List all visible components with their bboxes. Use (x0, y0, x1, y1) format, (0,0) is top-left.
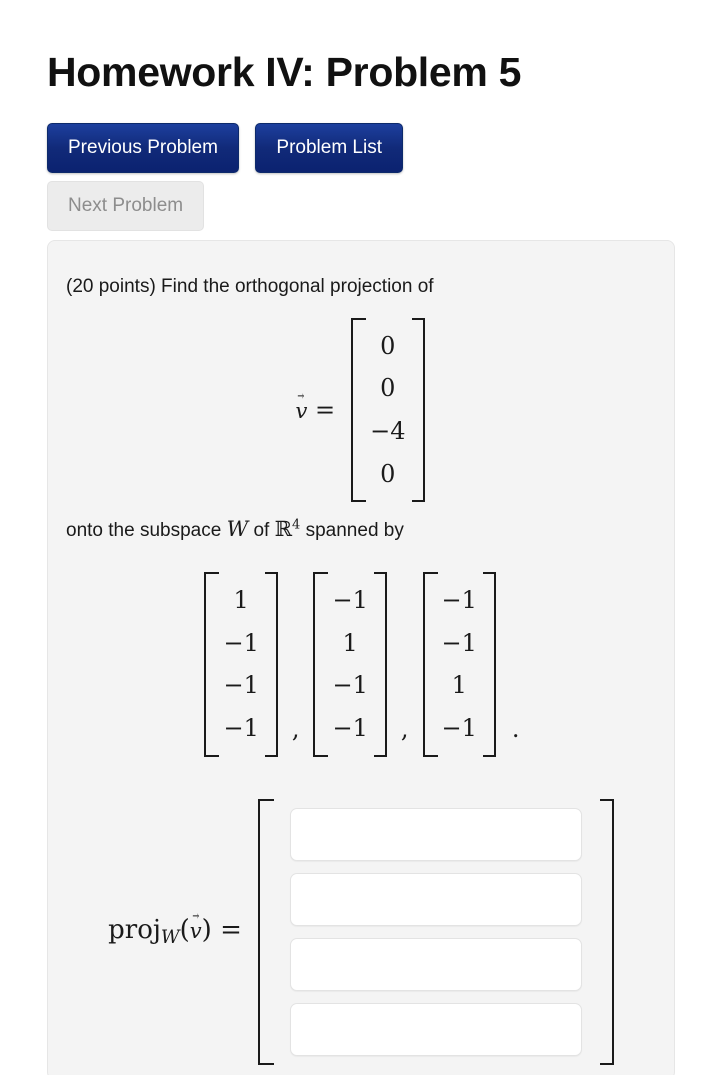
problem-statement-line-2: onto the subspace W of ℝ4 spanned by (66, 514, 656, 546)
page-title: Homework IV: Problem 5 (47, 49, 522, 96)
equals-sign: = (315, 395, 336, 424)
subspace-text-before: onto the subspace (66, 520, 222, 542)
matrix-cell: −1 (441, 714, 477, 743)
answer-area: projW(v) = (66, 798, 656, 1065)
matrix-cell: −1 (223, 714, 259, 743)
spanning-vector-3: −1 −1 1 −1 (422, 571, 496, 757)
bracket-right-icon (373, 571, 387, 757)
bracket-left-icon (422, 571, 438, 757)
proj-equals-sign: = (220, 915, 242, 946)
bracket-right-icon (411, 317, 425, 503)
subspace-text-after: spanned by (305, 520, 404, 542)
spanning-vector-1: 1 −1 −1 −1 (204, 571, 278, 757)
matrix-cell: −1 (332, 714, 368, 743)
problem-page: Homework IV: Problem 5 Previous Problem … (0, 0, 720, 1075)
vector-v-symbol: v (295, 399, 307, 423)
previous-problem-button[interactable]: Previous Problem (47, 123, 239, 173)
bracket-left-icon (313, 571, 329, 757)
navigation-buttons: Previous Problem Problem List (47, 123, 404, 173)
subspace-text-mid: of (253, 520, 270, 542)
field-exponent: 4 (292, 518, 301, 534)
problem-statement-line-1: (20 points) Find the orthogonal projecti… (66, 276, 434, 297)
matrix-cell: 1 (451, 671, 467, 700)
matrix-cell: −1 (441, 628, 477, 657)
matrix-cell: −1 (332, 585, 368, 614)
proj-vector-v-symbol: v (190, 919, 202, 943)
vector-v-label: v = (295, 396, 335, 424)
matrix-cell: −1 (223, 671, 259, 700)
problem-list-button[interactable]: Problem List (255, 123, 404, 173)
matrix-cell: 0 (380, 374, 396, 403)
bracket-right-icon (264, 571, 278, 757)
paren-open: ( (179, 915, 190, 946)
answer-input-1[interactable] (289, 807, 582, 861)
statement-terminator: . (511, 714, 520, 743)
bracket-right-icon (482, 571, 496, 757)
answer-input-3[interactable] (289, 937, 582, 991)
projection-label: projW(v) = (108, 915, 242, 948)
vector-v-cells: 0 0 −4 0 (364, 318, 411, 503)
spanning-vector-2-cells: −1 1 −1 −1 (326, 572, 373, 757)
proj-subscript: W (160, 927, 180, 949)
field-symbol: ℝ (274, 517, 293, 542)
matrix-cell: 1 (342, 628, 358, 657)
matrix-cell: 0 (380, 459, 396, 488)
bracket-right-icon (599, 798, 614, 1065)
next-problem-button: Next Problem (47, 181, 205, 231)
proj-text: proj (108, 915, 161, 946)
spanning-vector-2: −1 1 −1 −1 (313, 571, 387, 757)
matrix-cell: −4 (370, 416, 406, 445)
vector-v-equation: v = 0 0 −4 0 (66, 317, 656, 503)
bracket-left-icon (257, 798, 274, 1065)
vector-separator: , (400, 714, 409, 743)
vector-separator: , (291, 714, 300, 743)
spanning-vector-3-cells: −1 −1 1 −1 (436, 572, 483, 757)
bracket-left-icon (351, 317, 367, 503)
navigation-buttons-row-2: Next Problem (47, 181, 205, 231)
matrix-cell: 0 (380, 331, 396, 360)
problem-panel: (20 points) Find the orthogonal projecti… (47, 240, 675, 1075)
spanning-vectors-row: 1 −1 −1 −1 , −1 1 −1 −1 , −1 −1 1 −1 . (66, 571, 656, 757)
matrix-cell: 1 (233, 585, 249, 614)
answer-input-list (272, 799, 600, 1065)
vector-v-matrix: 0 0 −4 0 (351, 317, 425, 503)
matrix-cell: −1 (223, 628, 259, 657)
answer-input-2[interactable] (289, 872, 582, 926)
answer-input-4[interactable] (289, 1002, 582, 1056)
bracket-left-icon (204, 571, 220, 757)
subspace-symbol: W (226, 517, 249, 542)
matrix-cell: −1 (332, 671, 368, 700)
matrix-cell: −1 (441, 585, 477, 614)
paren-close: ) (201, 915, 212, 946)
spanning-vector-1-cells: 1 −1 −1 −1 (217, 572, 264, 757)
answer-matrix (257, 798, 614, 1065)
